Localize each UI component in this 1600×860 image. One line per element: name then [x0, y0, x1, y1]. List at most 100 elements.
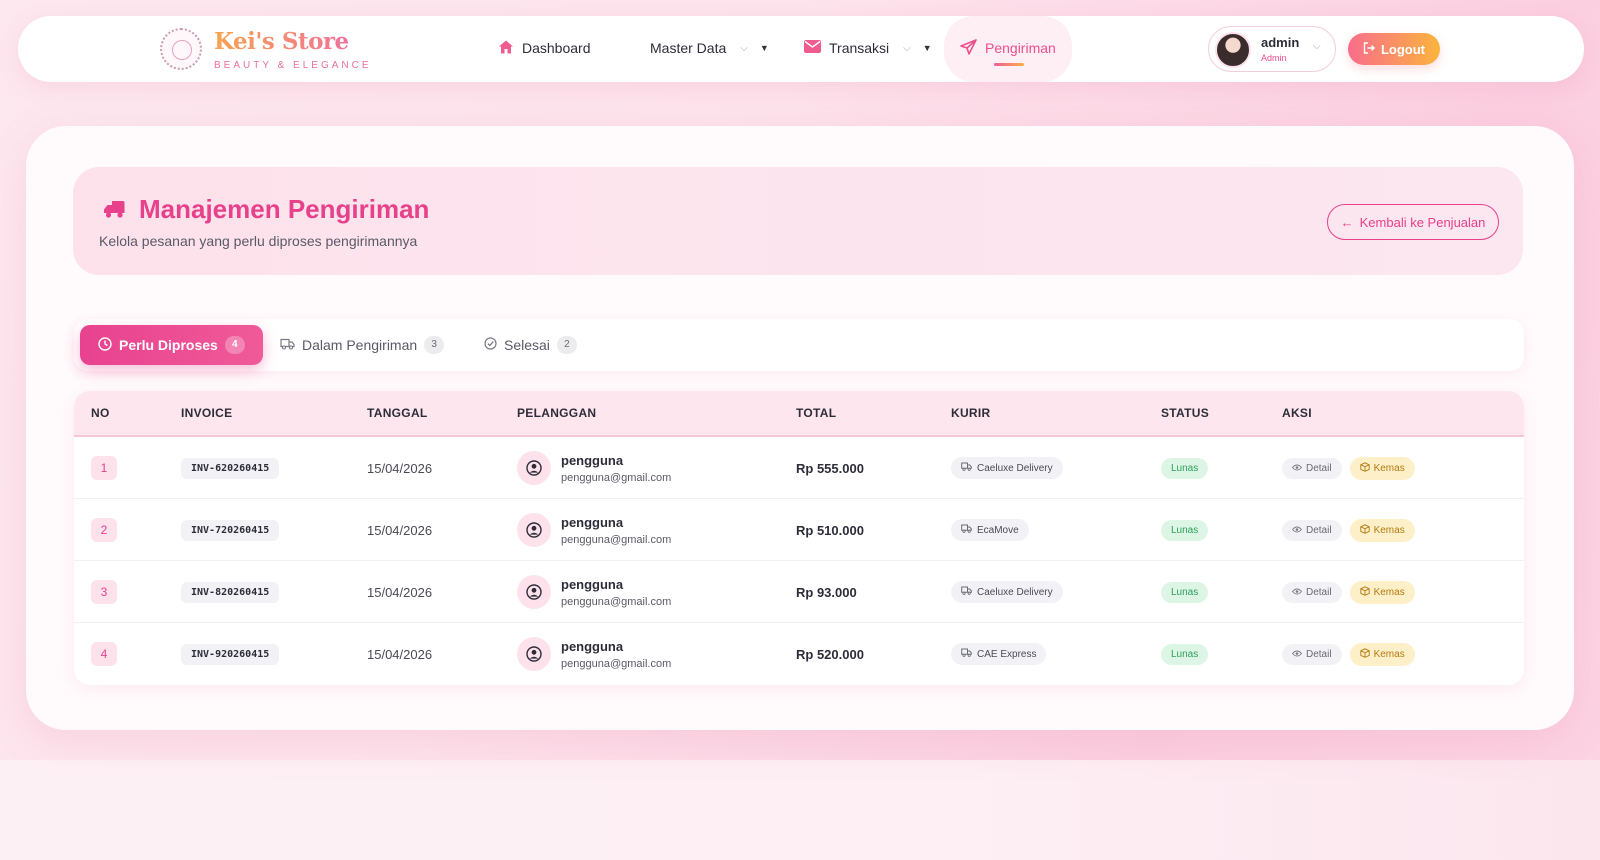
clock-icon [98, 336, 112, 354]
customer-name: pengguna [561, 576, 624, 592]
logout-icon [1363, 41, 1375, 57]
tab-label: Selesai [504, 337, 550, 353]
courier-badge: EcaMove [951, 519, 1029, 541]
eye-icon [1291, 587, 1303, 598]
page-header: Manajemen Pengiriman Kelola pesanan yang… [73, 167, 1523, 275]
tabs-bar: Perlu Diproses 4 Dalam Pengiriman 3 Sele… [74, 319, 1524, 371]
nav-transaksi-label: Transaksi [829, 40, 890, 56]
table-row: 1 INV-620260415 15/04/2026 pengguna peng… [74, 437, 1524, 499]
order-total: Rp 520.000 [796, 646, 864, 662]
brand-subtitle: BEAUTY & ELEGANCE [214, 60, 372, 71]
envelope-icon [804, 40, 821, 56]
kemas-button[interactable]: Kemas [1349, 518, 1415, 542]
tab-count-badge: 2 [556, 336, 577, 354]
customer-email: pengguna@gmail.com [561, 657, 672, 670]
courier-badge: Caeluxe Delivery [951, 457, 1063, 479]
main-card: Manajemen Pengiriman Kelola pesanan yang… [26, 126, 1574, 730]
column-header-tanggal: TANGGAL [367, 406, 428, 420]
user-circle-icon [517, 575, 551, 609]
truck-icon [103, 199, 129, 224]
nav-master-data-label: Master Data [650, 40, 727, 56]
courier-name: CAE Express [977, 648, 1037, 660]
courier-badge: Caeluxe Delivery [951, 581, 1063, 603]
customer-name: pengguna [561, 452, 624, 468]
tab-perlu-diproses[interactable]: Perlu Diproses 4 [80, 325, 263, 365]
tab-count-badge: 3 [424, 336, 445, 354]
tab-dalam-pengiriman[interactable]: Dalam Pengiriman 3 [262, 325, 462, 365]
nav-pengiriman[interactable]: Pengiriman [960, 36, 1056, 60]
detail-button[interactable]: Detail [1282, 457, 1342, 479]
kemas-button[interactable]: Kemas [1349, 642, 1415, 666]
customer-name: pengguna [561, 514, 624, 530]
column-header-total: TOTAL [796, 406, 837, 420]
detail-label: Detail [1306, 462, 1332, 474]
detail-button[interactable]: Detail [1282, 581, 1342, 603]
nav-active-underline [994, 63, 1024, 66]
column-header-no: NO [91, 406, 110, 420]
detail-label: Detail [1306, 586, 1332, 598]
row-number: 4 [91, 642, 117, 666]
user-circle-icon [517, 513, 551, 547]
order-total: Rp 555.000 [796, 460, 864, 476]
user-menu[interactable]: admin Admin ⌵ [1208, 26, 1336, 72]
page-background-band [0, 760, 1600, 860]
column-header-pelanggan: PELANGGAN [517, 406, 597, 420]
tab-label: Perlu Diproses [119, 337, 218, 353]
row-number: 2 [91, 518, 117, 542]
kemas-button[interactable]: Kemas [1349, 456, 1415, 480]
invoice-number: INV-820260415 [181, 581, 280, 603]
detail-button[interactable]: Detail [1282, 519, 1342, 541]
chevron-down-icon: ⌵ [740, 42, 748, 54]
box-icon [1359, 461, 1370, 475]
box-icon [1359, 647, 1370, 661]
row-number: 3 [91, 580, 117, 604]
courier-name: Caeluxe Delivery [977, 586, 1053, 598]
arrow-left-icon: ← [1340, 214, 1354, 230]
logout-button[interactable]: Logout [1348, 33, 1440, 65]
customer-email: pengguna@gmail.com [561, 595, 672, 608]
status-badge: Lunas [1161, 519, 1209, 541]
column-header-status: STATUS [1161, 406, 1210, 420]
brand-logo[interactable]: Kei's Store BEAUTY & ELEGANCE [160, 28, 380, 72]
table-header: NO INVOICE TANGGAL PELANGGAN TOTAL KURIR… [74, 391, 1524, 437]
status-badge: Lunas [1161, 581, 1209, 603]
nav-transaksi[interactable]: Transaksi ⌵ ▼ [804, 36, 932, 60]
status-badge: Lunas [1161, 457, 1209, 479]
nav-dashboard[interactable]: Dashboard [498, 36, 591, 60]
customer-email: pengguna@gmail.com [561, 533, 672, 546]
tab-selesai[interactable]: Selesai 2 [466, 325, 595, 365]
column-header-aksi: AKSI [1282, 406, 1312, 420]
home-icon [498, 39, 514, 58]
truck-icon [961, 462, 972, 474]
shipments-table: NO INVOICE TANGGAL PELANGGAN TOTAL KURIR… [74, 391, 1524, 685]
row-number: 1 [91, 456, 117, 480]
chevron-down-icon: ⌵ [1313, 41, 1321, 52]
invoice-number: INV-620260415 [181, 457, 280, 479]
tab-count-badge: 4 [224, 336, 245, 354]
user-circle-icon [517, 451, 551, 485]
kemas-button[interactable]: Kemas [1349, 580, 1415, 604]
kemas-label: Kemas [1373, 524, 1405, 536]
logout-label: Logout [1380, 41, 1426, 57]
caret-down-icon: ▼ [759, 43, 769, 53]
courier-name: Caeluxe Delivery [977, 462, 1053, 474]
nav-master-data[interactable]: Master Data ⌵ ▼ [650, 36, 769, 60]
detail-button[interactable]: Detail [1282, 643, 1342, 665]
customer-email: pengguna@gmail.com [561, 471, 672, 484]
box-icon [1359, 585, 1370, 599]
back-to-sales-button[interactable]: ← Kembali ke Penjualan [1327, 204, 1499, 240]
nav-pengiriman-label: Pengiriman [985, 40, 1056, 56]
logo-emblem-icon [160, 28, 202, 70]
truck-icon [961, 648, 972, 660]
table-row: 2 INV-720260415 15/04/2026 pengguna peng… [74, 499, 1524, 561]
truck-icon [280, 337, 295, 353]
tab-label: Dalam Pengiriman [302, 337, 418, 353]
order-date: 15/04/2026 [367, 646, 433, 662]
send-icon [960, 38, 977, 58]
eye-icon [1291, 525, 1303, 536]
column-header-invoice: INVOICE [181, 406, 233, 420]
detail-label: Detail [1306, 648, 1332, 660]
kemas-label: Kemas [1373, 586, 1405, 598]
page-title: Manajemen Pengiriman [139, 194, 430, 224]
eye-icon [1291, 649, 1303, 660]
